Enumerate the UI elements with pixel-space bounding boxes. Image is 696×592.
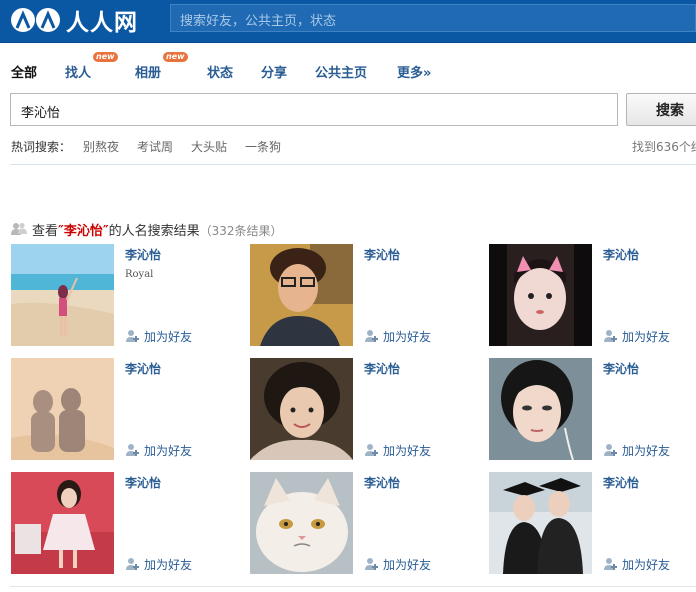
cat-ears-selfie-photo[interactable]: [489, 244, 592, 346]
person-card: 李沁怡 加为好友: [11, 472, 236, 574]
add-friend-icon: [126, 444, 139, 456]
tab-status[interactable]: 状态: [207, 62, 233, 81]
add-friend-button[interactable]: 加为好友: [125, 442, 192, 459]
person-subtitle: Royal: [125, 269, 154, 280]
add-friend-label: 加为好友: [144, 558, 193, 572]
results-count: （332条结果）: [199, 224, 283, 238]
person-card: 李沁怡 加为好友: [250, 244, 475, 346]
add-friend-button[interactable]: 加为好友: [364, 328, 431, 345]
hot-word-link[interactable]: 别熬夜: [83, 138, 119, 155]
hot-search-row: 热词搜索： 别熬夜 考试周 大头贴 一条狗 找到636个结: [11, 138, 696, 154]
person-name-link[interactable]: 李沁怡: [364, 246, 400, 263]
shadow-couple-photo[interactable]: [11, 358, 114, 460]
result-count-text: 找到636个结: [632, 140, 696, 154]
person-name-link[interactable]: 李沁怡: [364, 474, 400, 491]
tab-label: 找人: [65, 66, 92, 81]
tab-share[interactable]: 分享: [261, 62, 287, 81]
add-friend-button[interactable]: 加为好友: [603, 556, 670, 573]
person-card: 李沁怡 加为好友: [11, 358, 236, 460]
top-search-input[interactable]: 搜索好友，公共主页，状态: [170, 4, 696, 32]
add-friend-icon: [126, 330, 139, 342]
tab-more[interactable]: 更多»: [397, 62, 431, 81]
girl-pink-dress-photo[interactable]: [11, 472, 114, 574]
add-friend-label: 加为好友: [383, 330, 432, 344]
add-friend-icon: [604, 444, 617, 456]
tab-public-pages[interactable]: 公共主页: [315, 62, 367, 81]
person-name-link[interactable]: 李沁怡: [364, 360, 400, 377]
girl-closeup-photo[interactable]: [489, 358, 592, 460]
tab-all[interactable]: 全部: [11, 62, 37, 81]
add-friend-button[interactable]: 加为好友: [125, 556, 192, 573]
person-card: 李沁怡 加为好友: [250, 358, 475, 460]
add-friend-label: 加为好友: [144, 444, 193, 458]
results-heading-text[interactable]: 查看″李沁怡″的人名搜索结果（332条结果）: [32, 220, 283, 239]
results-suffix: 的人名搜索结果: [108, 224, 200, 239]
person-card: 李沁怡 加为好友: [489, 472, 696, 574]
tab-label: 公共主页: [315, 66, 368, 81]
divider: [10, 164, 696, 165]
add-friend-icon: [126, 558, 139, 570]
add-friend-button[interactable]: 加为好友: [603, 328, 670, 345]
persian-cat-photo[interactable]: [250, 472, 353, 574]
new-badge: new: [93, 52, 118, 62]
tab-label: 相册: [135, 66, 162, 81]
top-navigation-bar: 人人网 搜索好友，公共主页，状态: [0, 0, 696, 43]
graduates-photo[interactable]: [489, 472, 592, 574]
renren-logo-icon: [11, 8, 60, 32]
add-friend-icon: [604, 330, 617, 342]
hot-search-label: 热词搜索：: [11, 140, 72, 154]
person-name-link[interactable]: 李沁怡: [125, 246, 161, 263]
person-name-link[interactable]: 李沁怡: [603, 474, 639, 491]
add-friend-label: 加为好友: [622, 330, 671, 344]
add-friend-label: 加为好友: [622, 444, 671, 458]
person-name-link[interactable]: 李沁怡: [603, 360, 639, 377]
person-card: 李沁怡 加为好友: [489, 358, 696, 460]
divider: [10, 586, 696, 587]
add-friend-button[interactable]: 加为好友: [125, 328, 192, 345]
add-friend-icon: [365, 558, 378, 570]
add-friend-label: 加为好友: [383, 444, 432, 458]
logo-text: 人人网: [66, 10, 138, 36]
hot-word-link[interactable]: 一条狗: [245, 138, 281, 155]
add-friend-icon: [604, 558, 617, 570]
new-badge: new: [163, 52, 188, 62]
tab-label: 状态: [207, 66, 234, 81]
hot-word-link[interactable]: 大头贴: [191, 138, 227, 155]
results-prefix: 查看: [32, 224, 59, 239]
add-friend-button[interactable]: 加为好友: [364, 556, 431, 573]
person-name-link[interactable]: 李沁怡: [603, 246, 639, 263]
person-card: 李沁怡 加为好友: [250, 472, 475, 574]
renren-logo[interactable]: 人人网: [10, 5, 138, 36]
add-friend-icon: [365, 444, 378, 456]
search-input[interactable]: 李沁怡: [10, 93, 618, 126]
add-friend-icon: [365, 330, 378, 342]
tab-albums[interactable]: 相册 new: [135, 52, 188, 81]
add-friend-label: 加为好友: [622, 558, 671, 572]
tab-find-people[interactable]: 找人 new: [65, 52, 118, 81]
add-friend-label: 加为好友: [383, 558, 432, 572]
person-name-link[interactable]: 李沁怡: [125, 474, 161, 491]
tab-label: 全部: [11, 66, 38, 81]
person-card: 李沁怡 Royal 加为好友: [11, 244, 236, 346]
add-friend-label: 加为好友: [144, 330, 193, 344]
girl-smile-photo[interactable]: [250, 358, 353, 460]
hot-word-link[interactable]: 考试周: [137, 138, 173, 155]
person-name-link[interactable]: 李沁怡: [125, 360, 161, 377]
boy-glasses-photo[interactable]: [250, 244, 353, 346]
beach-girl-photo[interactable]: [11, 244, 114, 346]
people-icon: [11, 222, 27, 235]
search-button[interactable]: 搜索: [626, 93, 696, 126]
person-card: 李沁怡 加为好友: [489, 244, 696, 346]
add-friend-button[interactable]: 加为好友: [364, 442, 431, 459]
tab-label: 更多»: [397, 66, 432, 81]
add-friend-button[interactable]: 加为好友: [603, 442, 670, 459]
tab-label: 分享: [261, 66, 288, 81]
results-query-name: ″李沁怡″: [58, 224, 109, 239]
